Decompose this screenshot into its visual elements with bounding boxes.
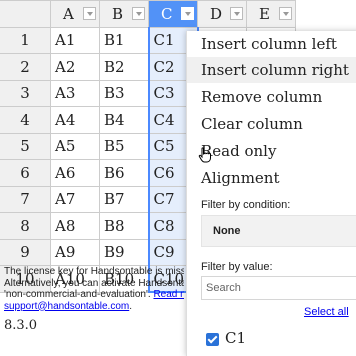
cell[interactable]: B3 — [99, 80, 149, 107]
chevron-down-icon[interactable] — [279, 7, 292, 20]
column-header-label: E — [259, 4, 270, 23]
row-header[interactable]: 2 — [0, 53, 51, 81]
license-line: The license key for Handsontable is miss — [4, 266, 184, 277]
filter-by-condition-label: Filter by condition: — [201, 199, 291, 211]
checkbox-label: C1 — [225, 329, 247, 347]
cell[interactable]: A9 — [50, 239, 100, 266]
column-header-label: D — [210, 4, 223, 23]
select-all-link[interactable]: Select all — [304, 306, 349, 318]
cell[interactable]: B2 — [99, 53, 149, 81]
column-header-d[interactable]: D — [197, 0, 247, 28]
column-header-label: A — [63, 4, 74, 23]
row-header[interactable]: 9 — [0, 239, 51, 266]
row-header[interactable]: 3 — [0, 80, 51, 107]
license-line: 'non-commercial-and-evaluation'. Read n — [4, 289, 184, 301]
cell[interactable]: A4 — [50, 106, 100, 134]
row-header[interactable]: 1 — [0, 27, 51, 54]
row-header[interactable]: 4 — [0, 106, 51, 134]
chevron-down-icon[interactable] — [230, 7, 243, 20]
hand-pointer-icon — [198, 147, 211, 163]
cell[interactable]: B9 — [99, 239, 149, 266]
column-header-b[interactable]: B — [99, 0, 149, 28]
chevron-down-icon[interactable] — [181, 7, 194, 20]
cell[interactable]: A3 — [50, 80, 100, 107]
row-header[interactable]: 6 — [0, 159, 51, 187]
corner-header[interactable] — [0, 0, 51, 28]
cell[interactable]: A6 — [50, 159, 100, 187]
license-text: . — [129, 300, 133, 312]
cell[interactable]: B8 — [99, 212, 149, 240]
chevron-down-icon[interactable] — [83, 7, 96, 20]
column-header-row: A B C D E — [0, 0, 296, 28]
cell[interactable]: A1 — [50, 27, 100, 54]
license-line: Alternatively, you can activate Handsont… — [4, 277, 184, 289]
search-input[interactable] — [201, 276, 356, 300]
checkbox-checked-icon[interactable] — [206, 333, 219, 346]
cell[interactable]: B5 — [99, 133, 149, 160]
column-context-menu: Insert column left Insert column right R… — [186, 31, 356, 356]
version-label: 8.3.0 — [4, 318, 38, 333]
menu-item-clear-column[interactable]: Clear column — [187, 111, 356, 137]
row-header[interactable]: 8 — [0, 212, 51, 240]
license-text: 'non-commercial-and-evaluation'. — [4, 289, 154, 300]
row-header[interactable]: 5 — [0, 133, 51, 160]
menu-item-alignment[interactable]: Alignment — [187, 165, 356, 191]
menu-item-remove-column[interactable]: Remove column — [187, 84, 356, 110]
column-header-c[interactable]: C — [148, 0, 198, 28]
cell[interactable]: B6 — [99, 159, 149, 187]
condition-select[interactable]: None — [201, 215, 356, 247]
row-header[interactable]: 7 — [0, 186, 51, 213]
menu-item-insert-column-right[interactable]: Insert column right — [187, 57, 356, 83]
cell[interactable]: A7 — [50, 186, 100, 213]
column-header-label: B — [112, 4, 124, 23]
license-notice: The license key for Handsontable is miss… — [4, 266, 184, 312]
cell[interactable]: B1 — [99, 27, 149, 54]
chevron-down-icon[interactable] — [132, 7, 145, 20]
cell[interactable]: A8 — [50, 212, 100, 240]
column-header-label: C — [161, 4, 173, 23]
license-line: support@handsontable.com. — [4, 301, 184, 313]
read-more-link[interactable]: Read n — [153, 289, 184, 300]
column-header-a[interactable]: A — [50, 0, 100, 28]
filter-by-value-label: Filter by value: — [201, 261, 273, 273]
cell[interactable]: A5 — [50, 133, 100, 160]
support-email-link[interactable]: support@handsontable.com — [4, 301, 129, 312]
column-header-e[interactable]: E — [246, 0, 296, 28]
cell[interactable]: B4 — [99, 106, 149, 134]
cell[interactable]: B7 — [99, 186, 149, 213]
menu-item-insert-column-left[interactable]: Insert column left — [187, 31, 356, 57]
menu-item-read-only[interactable]: Read only — [187, 138, 356, 164]
cell[interactable]: A2 — [50, 53, 100, 81]
